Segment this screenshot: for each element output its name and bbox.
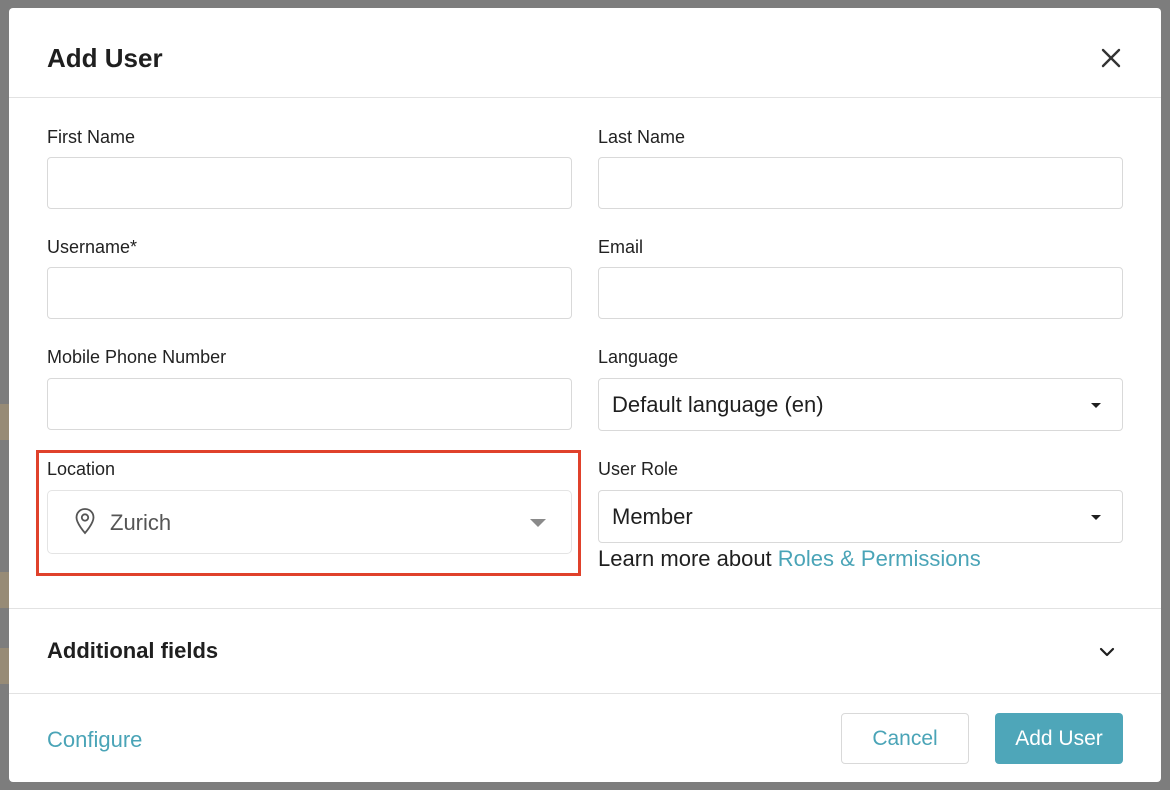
add-user-dialog: Add User First Name Last Name Username* … [9,8,1161,782]
close-button[interactable] [1097,44,1125,72]
additional-fields-toggle[interactable] [1097,642,1117,662]
first-name-label: First Name [47,127,136,147]
location-select[interactable]: Zurich [47,490,572,554]
caret-down-icon [1091,403,1101,408]
map-pin-icon [75,508,95,535]
language-label: Language [598,347,679,367]
roles-help-prefix: Learn more about [598,546,778,571]
username-input[interactable] [47,267,572,319]
user-role-label: User Role [598,459,679,479]
background-page-fragment [0,404,9,440]
first-name-input[interactable] [47,157,572,209]
chevron-down-icon[interactable] [1097,642,1117,662]
language-selected-value: Default language (en) [612,392,824,417]
last-name-label: Last Name [598,127,686,147]
dialog-header: Add User [9,8,1161,98]
user-role-selected-value: Member [612,504,693,529]
caret-down-icon [1091,515,1101,520]
mobile-phone-input[interactable] [47,378,572,430]
location-label: Location [47,459,116,479]
background-page-fragment [0,572,9,608]
user-role-select[interactable]: Member [598,490,1123,543]
email-label: Email [598,237,644,257]
divider [9,693,1161,694]
add-user-button[interactable]: Add User [995,713,1123,764]
roles-help-text: Learn more about Roles & Permissions [598,546,981,572]
close-icon[interactable] [1097,44,1125,72]
additional-fields-title[interactable]: Additional fields [47,638,218,664]
cancel-button[interactable]: Cancel [841,713,969,764]
background-page-fragment [0,648,9,684]
roles-permissions-link[interactable]: Roles & Permissions [778,546,981,571]
username-label: Username* [47,237,138,257]
caret-down-icon [530,519,546,527]
divider [9,608,1161,609]
language-select[interactable]: Default language (en) [598,378,1123,431]
configure-link[interactable]: Configure [47,727,142,753]
mobile-phone-label: Mobile Phone Number [47,347,227,367]
email-input[interactable] [598,267,1123,319]
last-name-input[interactable] [598,157,1123,209]
location-selected-value: Zurich [110,510,172,535]
dialog-title: Add User [47,43,163,73]
